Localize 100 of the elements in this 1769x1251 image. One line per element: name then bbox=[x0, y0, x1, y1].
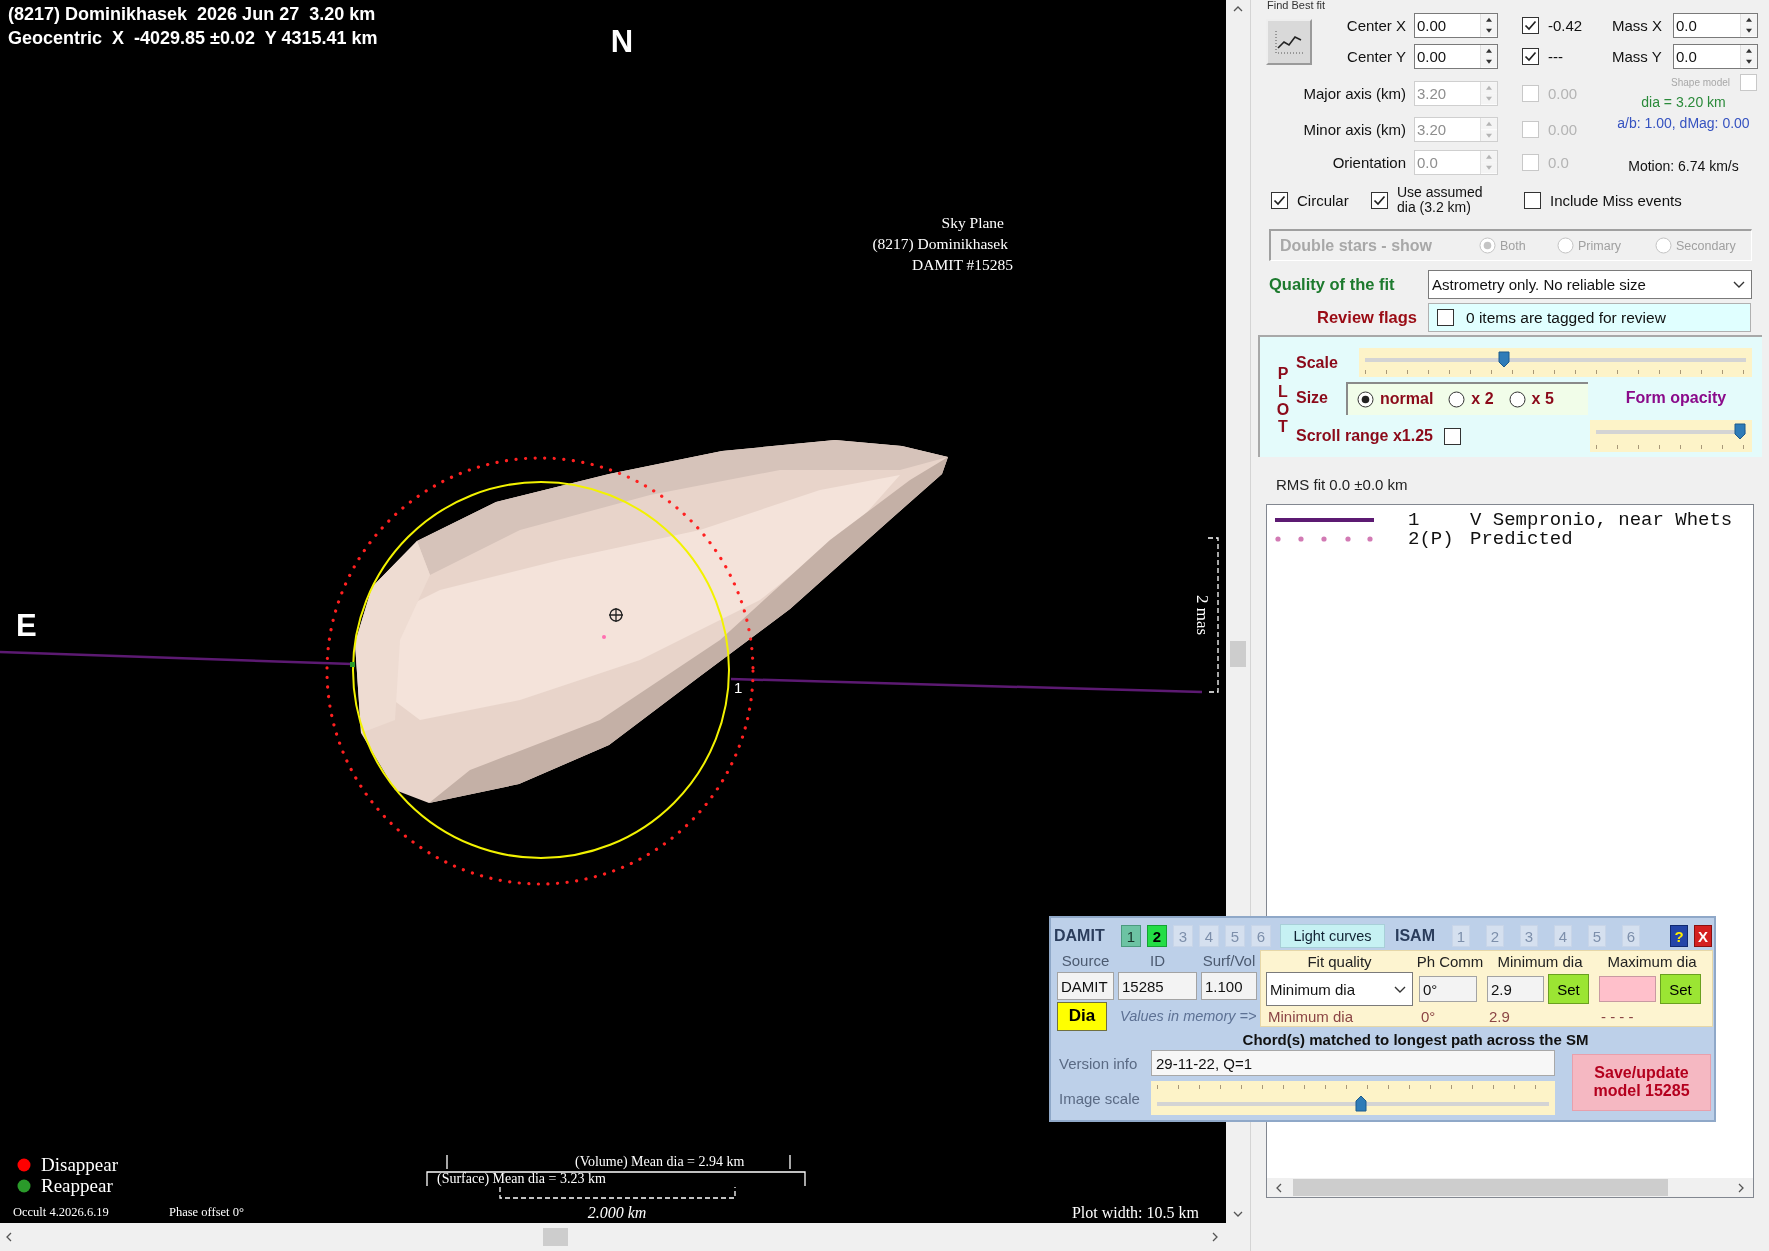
stored-value: - - - - bbox=[1600, 1007, 1635, 1025]
radio-button[interactable] bbox=[1448, 390, 1466, 408]
text-field[interactable]: DAMIT bbox=[1057, 972, 1114, 1000]
version-field[interactable]: 29-11-22, Q=1 bbox=[1151, 1050, 1555, 1076]
center-dot bbox=[602, 635, 606, 639]
sky-plane-caption: DAMIT #15285 bbox=[912, 256, 1013, 273]
set-button[interactable]: Set bbox=[1660, 974, 1701, 1004]
radio-label: x 2 bbox=[1471, 390, 1494, 408]
memory-hint: Values in memory => bbox=[1119, 1008, 1257, 1024]
radio-button[interactable] bbox=[1357, 390, 1374, 408]
fit-result: -0.42 bbox=[1547, 16, 1584, 34]
spin-up-button[interactable] bbox=[1741, 44, 1757, 56]
spin-down-button[interactable] bbox=[1741, 56, 1757, 68]
spin-up-button[interactable] bbox=[1481, 44, 1497, 56]
opacity-label: Form opacity bbox=[1625, 389, 1727, 407]
text-field[interactable]: 1.100 bbox=[1201, 972, 1257, 1000]
number-field[interactable]: 0.0 bbox=[1673, 43, 1758, 69]
checkbox[interactable] bbox=[1437, 309, 1454, 326]
help-button[interactable]: ? bbox=[1670, 925, 1688, 947]
scrollbar-thumb[interactable] bbox=[1230, 641, 1246, 667]
number-field[interactable]: 0.00 bbox=[1414, 12, 1498, 38]
checkbox[interactable] bbox=[1522, 16, 1539, 34]
distance-scale-label: 2.000 km bbox=[587, 1204, 647, 1221]
checkbox[interactable] bbox=[1271, 191, 1288, 209]
scroll-up-icon[interactable] bbox=[1233, 6, 1243, 12]
size-label: Size bbox=[1296, 389, 1329, 407]
quality-label: Quality of the fit bbox=[1269, 275, 1396, 294]
radio-label: normal bbox=[1380, 390, 1434, 408]
radio-button[interactable] bbox=[1508, 390, 1526, 408]
horizontal-scrollbar[interactable] bbox=[1267, 1178, 1753, 1197]
diameter-readout: dia = 3.20 km bbox=[1641, 93, 1726, 112]
review-status-text: 0 items are tagged for review bbox=[1466, 308, 1666, 327]
text-field[interactable]: 0° bbox=[1419, 976, 1477, 1002]
field-label: Orientation bbox=[1332, 153, 1407, 171]
spin-up-button[interactable] bbox=[1741, 13, 1757, 25]
sky-plane-caption: (8217) Dominikhasek bbox=[872, 235, 1008, 252]
column-header: Minimum dia bbox=[1497, 953, 1583, 970]
stored-value: 2.9 bbox=[1488, 1007, 1511, 1025]
shape-model-label: Shape model bbox=[1671, 76, 1730, 88]
set-button[interactable]: Set bbox=[1548, 974, 1589, 1004]
chord-number: 1 bbox=[734, 679, 743, 696]
checkbox[interactable] bbox=[1524, 191, 1541, 209]
scroll-right-icon[interactable] bbox=[1738, 1182, 1744, 1193]
save-model-button[interactable]: Save/update model 15285 bbox=[1572, 1053, 1711, 1111]
plot-width-label: Plot width: 10.5 km bbox=[1071, 1204, 1199, 1221]
text-field[interactable]: 2.9 bbox=[1487, 976, 1544, 1002]
legend-label: Reappear bbox=[41, 1175, 113, 1196]
slider-thumb[interactable] bbox=[1734, 423, 1746, 440]
group-title: Double stars - show bbox=[1279, 236, 1434, 255]
number-field[interactable]: 0.00 bbox=[1414, 43, 1498, 69]
model-tab[interactable]: 2 bbox=[1147, 925, 1167, 947]
spin-down-button[interactable] bbox=[1481, 56, 1497, 68]
field-label: Center Y bbox=[1347, 47, 1407, 65]
scrollbar-thumb[interactable] bbox=[1293, 1179, 1668, 1196]
phase-offset: Phase offset 0° bbox=[169, 1205, 244, 1219]
checkbox-label: Include Miss events bbox=[1550, 192, 1682, 208]
scroll-left-icon[interactable] bbox=[1276, 1182, 1282, 1193]
radio-label: Primary bbox=[1578, 238, 1622, 253]
review-flags-label: Review flags bbox=[1316, 308, 1418, 327]
fit-quality-dropdown[interactable]: Minimum dia bbox=[1266, 972, 1413, 1006]
quality-dropdown[interactable]: Astrometry only. No reliable size bbox=[1428, 270, 1752, 299]
radio-label: x 5 bbox=[1531, 390, 1554, 408]
scroll-right-icon[interactable] bbox=[1212, 1232, 1218, 1242]
spin-down-button[interactable] bbox=[1741, 25, 1757, 37]
fit-button[interactable] bbox=[1266, 19, 1312, 65]
scroll-left-icon[interactable] bbox=[6, 1232, 12, 1242]
angular-scale-label: 2 mas bbox=[1193, 594, 1212, 636]
column-header: Fit quality bbox=[1307, 953, 1372, 970]
fit-result: 0.0 bbox=[1547, 153, 1570, 171]
text-field[interactable]: 15285 bbox=[1118, 972, 1197, 1000]
panel-title: ISAM bbox=[1395, 927, 1436, 945]
north-label: N bbox=[610, 24, 634, 59]
number-field[interactable]: 0.0 bbox=[1673, 12, 1758, 38]
checkbox-label: Use assumed dia (3.2 km) bbox=[1397, 185, 1484, 215]
stored-value: 0° bbox=[1420, 1007, 1437, 1025]
field-label: Mass Y bbox=[1611, 47, 1663, 65]
scrollbar-thumb[interactable] bbox=[543, 1228, 568, 1246]
close-button[interactable]: X bbox=[1694, 925, 1712, 947]
chord-match-note: Chord(s) matched to longest path across the SM bbox=[1241, 1031, 1590, 1049]
field-label: Minor axis (km) bbox=[1303, 121, 1407, 138]
fit-result: --- bbox=[1547, 47, 1564, 65]
checkbox[interactable] bbox=[1522, 47, 1539, 65]
scroll-down-icon[interactable] bbox=[1233, 1211, 1243, 1217]
dia-button[interactable]: Dia bbox=[1057, 1001, 1107, 1031]
spin-down-button[interactable] bbox=[1481, 25, 1497, 37]
chevron-down-icon bbox=[1394, 985, 1406, 993]
fit-result: 0.00 bbox=[1547, 84, 1579, 102]
model-tab[interactable]: 1 bbox=[1121, 925, 1141, 947]
checkbox[interactable] bbox=[1371, 191, 1388, 209]
text-field[interactable] bbox=[1599, 976, 1656, 1002]
slider-thumb[interactable] bbox=[1354, 1095, 1367, 1112]
sky-plane-caption: Sky Plane bbox=[941, 214, 1004, 231]
light-curves-button[interactable]: Light curves bbox=[1280, 924, 1385, 948]
checkbox[interactable] bbox=[1443, 427, 1461, 445]
field-label: Image scale bbox=[1058, 1089, 1141, 1107]
spin-up-button[interactable] bbox=[1481, 13, 1497, 25]
legend-label: Disappear bbox=[41, 1154, 119, 1175]
fit-result: 0.00 bbox=[1547, 121, 1579, 138]
slider-thumb[interactable] bbox=[1497, 351, 1510, 368]
geocentric-position: Geocentric X -4029.85 ±0.02 Y 4315.41 km bbox=[8, 28, 378, 48]
